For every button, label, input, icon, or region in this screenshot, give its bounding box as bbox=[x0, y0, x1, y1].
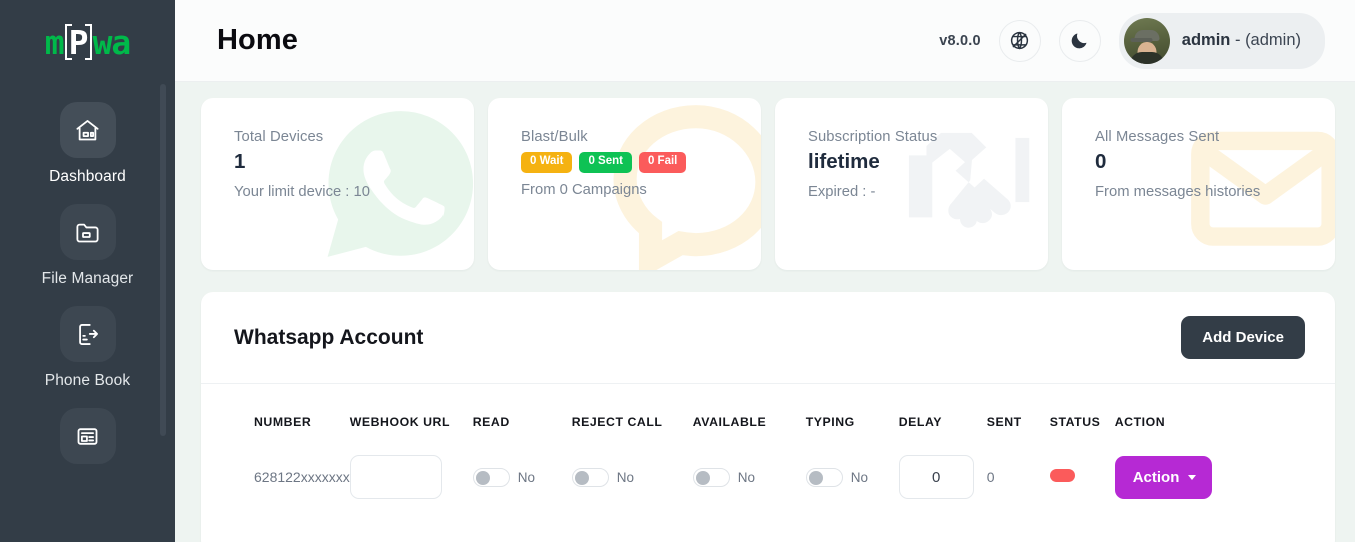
chevron-down-icon bbox=[1188, 474, 1197, 480]
add-device-button[interactable]: Add Device bbox=[1181, 316, 1305, 359]
sidebar-scroll-area: Dashboard File Manager Phone Book bbox=[0, 84, 175, 542]
logo-text-part2: P bbox=[68, 22, 89, 62]
topbar-actions: v8.0.0 admin - (admin) bbox=[939, 12, 1325, 69]
page-title: Home bbox=[217, 24, 298, 56]
sidebar-item-file-manager[interactable]: File Manager bbox=[0, 204, 175, 288]
card-sub: From messages histories bbox=[1095, 184, 1261, 200]
card-all-messages-sent: All Messages Sent 0 From messages histor… bbox=[1062, 98, 1335, 270]
cell-available: No bbox=[692, 441, 806, 513]
card-sub: Your limit device : 10 bbox=[234, 184, 370, 200]
reject-call-toggle[interactable] bbox=[571, 467, 609, 487]
card-blast-bulk: Blast/Bulk 0 Wait 0 Sent 0 Fail From 0 C… bbox=[488, 98, 761, 270]
available-toggle[interactable] bbox=[692, 467, 730, 487]
typing-toggle[interactable] bbox=[805, 467, 843, 487]
news-icon bbox=[59, 408, 116, 464]
card-total-devices: Total Devices 1 Your limit device : 10 bbox=[201, 98, 474, 270]
cell-number: 628122xxxxxxx bbox=[254, 469, 350, 485]
blast-badges: 0 Wait 0 Sent 0 Fail bbox=[521, 152, 761, 173]
column-delay: DELAY bbox=[898, 415, 943, 429]
column-reject-call: REJECT CALL bbox=[571, 415, 663, 429]
delay-input[interactable] bbox=[898, 455, 974, 499]
whatsapp-account-panel: Whatsapp Account Add Device NUMBER WEBHO… bbox=[201, 292, 1335, 542]
main-content: Home v8.0.0 admin - (admin) Total Device… bbox=[175, 0, 1355, 542]
cell-webhook-url bbox=[349, 441, 473, 513]
card-value: 1 bbox=[234, 150, 246, 173]
sidebar-item-dashboard[interactable]: Dashboard bbox=[0, 102, 175, 186]
table-row: 628122xxxxxxx No No No No 0 0 Action bbox=[201, 441, 1335, 513]
card-label: Subscription Status bbox=[808, 129, 938, 145]
panel-header: Whatsapp Account Add Device bbox=[201, 292, 1335, 384]
cell-typing: No bbox=[805, 441, 899, 513]
logo-bracket-icon: P bbox=[64, 22, 92, 62]
column-read: READ bbox=[472, 415, 510, 429]
folder-icon bbox=[59, 204, 116, 260]
panel-title: Whatsapp Account bbox=[234, 325, 424, 349]
table-header: NUMBER WEBHOOK URL READ REJECT CALL AVAI… bbox=[201, 384, 1335, 441]
table-body: 628122xxxxxxx No No No No 0 0 Action bbox=[201, 441, 1335, 513]
column-number: NUMBER bbox=[254, 415, 312, 429]
stat-cards: Total Devices 1 Your limit device : 10 B… bbox=[175, 82, 1355, 270]
globe-slash-icon[interactable] bbox=[998, 19, 1041, 62]
sidebar: m P wa Dashboard File Manager Phone Book bbox=[0, 0, 175, 542]
badge-wait: 0 Wait bbox=[521, 152, 573, 173]
version-label: v8.0.0 bbox=[939, 32, 981, 49]
column-sent: SENT bbox=[986, 415, 1022, 429]
column-action: ACTION bbox=[1114, 415, 1166, 429]
user-role-text: - (admin) bbox=[1234, 31, 1301, 49]
logo-text-part1: m bbox=[44, 22, 65, 62]
sidebar-item-news[interactable] bbox=[0, 408, 175, 474]
card-label: All Messages Sent bbox=[1095, 129, 1220, 145]
sidebar-label-file-manager: File Manager bbox=[41, 270, 134, 287]
reject-call-toggle-label: No bbox=[616, 469, 634, 485]
sidebar-label-phone-book: Phone Book bbox=[44, 372, 131, 389]
column-webhook-url: WEBHOOK URL bbox=[349, 415, 451, 429]
card-label: Blast/Bulk bbox=[521, 129, 588, 145]
action-button-label: Action bbox=[1132, 468, 1180, 486]
sidebar-scrollbar[interactable] bbox=[160, 84, 166, 436]
cell-action: Action bbox=[1114, 441, 1335, 513]
card-value: 0 bbox=[1095, 150, 1107, 173]
read-toggle[interactable] bbox=[472, 467, 510, 487]
action-dropdown-button[interactable]: Action bbox=[1114, 455, 1213, 499]
column-typing: TYPING bbox=[805, 415, 855, 429]
status-badge bbox=[1049, 469, 1075, 482]
user-name-text: admin bbox=[1181, 31, 1231, 49]
sidebar-label-dashboard: Dashboard bbox=[49, 168, 126, 185]
logo-text-part3: wa bbox=[92, 22, 132, 62]
webhook-url-input[interactable] bbox=[349, 455, 442, 499]
read-toggle-label: No bbox=[517, 469, 535, 485]
devices-table: NUMBER WEBHOOK URL READ REJECT CALL AVAI… bbox=[201, 384, 1335, 513]
user-name-label: admin - (admin) bbox=[1182, 31, 1301, 50]
cell-reject-call: No bbox=[571, 441, 693, 513]
app-logo[interactable]: m P wa bbox=[0, 0, 175, 84]
card-sub: From 0 Campaigns bbox=[521, 181, 647, 198]
topbar: Home v8.0.0 admin - (admin) bbox=[175, 0, 1355, 82]
phone-send-icon bbox=[59, 306, 116, 362]
sidebar-item-phone-book[interactable]: Phone Book bbox=[0, 306, 175, 390]
typing-toggle-label: No bbox=[850, 469, 868, 485]
card-label: Total Devices bbox=[234, 129, 324, 145]
home-icon bbox=[59, 102, 116, 158]
cell-delay bbox=[898, 441, 987, 513]
column-available: AVAILABLE bbox=[692, 415, 767, 429]
card-sub: Expired : - bbox=[808, 184, 876, 200]
available-toggle-label: No bbox=[737, 469, 755, 485]
moon-icon[interactable] bbox=[1058, 19, 1101, 62]
user-menu[interactable]: admin - (admin) bbox=[1118, 12, 1325, 69]
cell-status bbox=[1049, 441, 1115, 513]
badge-sent: 0 Sent bbox=[579, 152, 632, 173]
card-value: lifetime bbox=[808, 150, 880, 173]
cell-sent: 0 bbox=[986, 469, 995, 485]
card-subscription-status: Subscription Status lifetime Expired : - bbox=[775, 98, 1048, 270]
column-status: STATUS bbox=[1049, 415, 1101, 429]
badge-fail: 0 Fail bbox=[638, 152, 687, 173]
app-root: m P wa Dashboard File Manager Phone Book… bbox=[0, 0, 1355, 542]
cell-read: No bbox=[472, 441, 572, 513]
avatar bbox=[1123, 17, 1170, 64]
